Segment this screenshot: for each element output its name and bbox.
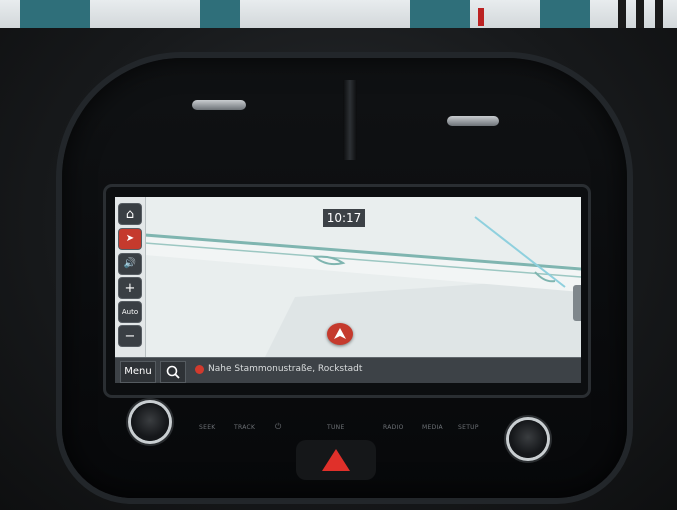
auto-zoom-label: Auto — [121, 307, 139, 316]
vent-divider — [343, 80, 357, 160]
air-vent-right — [447, 116, 499, 126]
volume-knob[interactable] — [131, 403, 169, 441]
search-icon — [166, 365, 180, 379]
menu-button[interactable]: Menu — [120, 361, 156, 383]
zoom-out-label: − — [124, 328, 136, 344]
auto-zoom-button[interactable]: Auto — [118, 301, 142, 323]
hard-button-media[interactable]: MEDIA — [422, 424, 443, 431]
current-position-marker — [327, 323, 353, 345]
garage-sign — [478, 8, 484, 26]
bottom-bar: Menu Nahe Stammonustraße, Rockstadt — [115, 357, 581, 383]
current-street: Nahe Stammonustraße, Rockstadt — [208, 364, 363, 374]
hard-button-setup[interactable]: SETUP — [458, 424, 479, 431]
zoom-in-button[interactable]: + — [118, 277, 142, 299]
side-panel-tab[interactable] — [573, 285, 581, 321]
hazard-button[interactable] — [322, 449, 350, 471]
tune-knob[interactable] — [509, 420, 547, 458]
compass-icon: ➤ — [125, 233, 135, 244]
hard-button-seek[interactable]: SEEK — [199, 424, 216, 431]
speaker-icon: 🔊 — [123, 258, 137, 269]
home-icon: ⌂ — [125, 206, 135, 222]
navigation-arrow-icon — [334, 328, 346, 339]
location-pin-icon — [195, 365, 204, 374]
navigation-screen: ⌂ ➤ 🔊 + Auto − 10:17 Menu Nahe Stammonus… — [115, 197, 581, 383]
power-button[interactable]: ⏻ — [275, 422, 282, 432]
sound-button[interactable]: 🔊 — [118, 253, 142, 275]
home-button[interactable]: ⌂ — [118, 203, 142, 225]
nav-mode-button[interactable]: ➤ — [118, 228, 142, 250]
search-button[interactable] — [160, 361, 186, 383]
hard-button-tune[interactable]: TUNE — [327, 424, 345, 431]
map-sidebar: ⌂ ➤ 🔊 + Auto − — [115, 197, 146, 357]
clock: 10:17 — [323, 209, 365, 227]
hard-button-radio[interactable]: RADIO — [383, 424, 404, 431]
zoom-in-label: + — [124, 280, 136, 296]
zoom-out-button[interactable]: − — [118, 325, 142, 347]
hard-button-track[interactable]: TRACK — [234, 424, 255, 431]
air-vent-left — [192, 100, 246, 110]
